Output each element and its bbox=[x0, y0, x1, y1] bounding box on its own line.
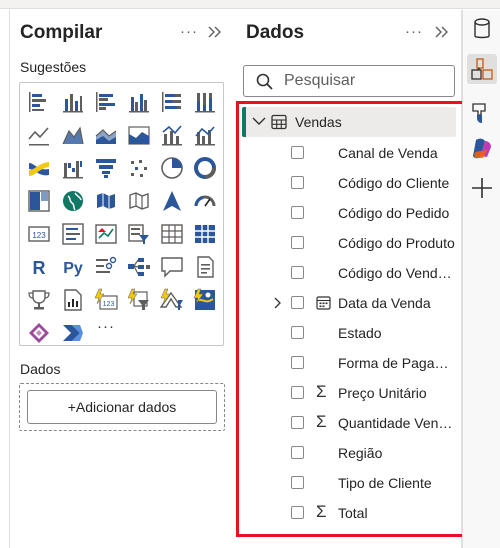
pie-chart-icon[interactable] bbox=[159, 155, 185, 181]
100-stacked-bar-chart-icon[interactable] bbox=[159, 89, 185, 115]
donut-chart-icon[interactable] bbox=[192, 155, 218, 181]
key-influencers-icon[interactable] bbox=[93, 254, 119, 280]
line-and-clustered-column-chart-icon[interactable] bbox=[192, 122, 218, 148]
visualizations-grid: 123 R Py 123 ··· bbox=[19, 82, 224, 346]
scatter-chart-icon[interactable] bbox=[126, 155, 152, 181]
qa-visual-icon[interactable] bbox=[159, 254, 185, 280]
r-script-visual-icon[interactable]: R bbox=[26, 254, 52, 280]
paginated-report-icon[interactable] bbox=[60, 287, 86, 313]
map-globe-icon[interactable] bbox=[60, 188, 86, 214]
stacked-area-chart-icon[interactable] bbox=[93, 122, 119, 148]
line-and-stacked-column-chart-icon[interactable] bbox=[159, 122, 185, 148]
azure-map-icon[interactable] bbox=[159, 188, 185, 214]
smart-narrative-icon[interactable] bbox=[192, 254, 218, 280]
search-input[interactable]: Pesquisar bbox=[284, 72, 355, 90]
svg-text:123: 123 bbox=[32, 231, 46, 240]
top-strip bbox=[0, 0, 500, 9]
add-data-dropzone[interactable]: +Adicionar dados bbox=[19, 383, 225, 431]
power-automate-icon[interactable] bbox=[60, 320, 86, 346]
data-section-label: Dados bbox=[20, 361, 61, 377]
ribbon-chart-icon[interactable] bbox=[26, 155, 52, 181]
clustered-column-chart-icon[interactable] bbox=[126, 89, 152, 115]
add-data-button[interactable]: +Adicionar dados bbox=[27, 390, 217, 424]
data-pane-more-button[interactable]: ··· bbox=[405, 23, 423, 40]
decomposition-tree-icon[interactable] bbox=[126, 254, 152, 280]
arcgis-map-icon[interactable] bbox=[192, 287, 218, 313]
power-apps-card-icon[interactable]: 123 bbox=[93, 287, 119, 313]
100-stacked-area-chart-icon[interactable] bbox=[126, 122, 152, 148]
search-box[interactable]: Pesquisar bbox=[243, 65, 455, 97]
format-brush-icon[interactable] bbox=[467, 98, 497, 128]
python-visual-icon[interactable]: Py bbox=[60, 254, 86, 280]
double-chevron-right-icon[interactable] bbox=[434, 25, 450, 39]
pane-switcher-rail bbox=[462, 10, 500, 548]
table-icon[interactable] bbox=[159, 221, 185, 247]
stacked-column-chart-icon[interactable] bbox=[60, 89, 86, 115]
highlight-box bbox=[236, 101, 465, 537]
slicer-icon[interactable] bbox=[126, 221, 152, 247]
multi-row-card-icon[interactable] bbox=[60, 221, 86, 247]
data-pane-title: Dados bbox=[246, 22, 305, 43]
filled-map-icon[interactable] bbox=[93, 188, 119, 214]
database-icon[interactable] bbox=[467, 14, 497, 44]
data-model-icon[interactable] bbox=[467, 54, 497, 84]
suggestions-label: Sugestões bbox=[20, 59, 87, 75]
gauge-icon[interactable] bbox=[192, 188, 218, 214]
svg-text:Py: Py bbox=[63, 260, 83, 277]
line-chart-icon[interactable] bbox=[26, 122, 52, 148]
100-stacked-column-chart-icon[interactable] bbox=[192, 89, 218, 115]
treemap-icon[interactable] bbox=[26, 188, 52, 214]
svg-text:123: 123 bbox=[103, 301, 115, 308]
build-pane-title: Compilar bbox=[20, 22, 103, 43]
copilot-icon[interactable] bbox=[467, 134, 497, 164]
area-chart-icon[interactable] bbox=[60, 122, 86, 148]
double-chevron-right-icon[interactable] bbox=[207, 25, 223, 39]
matrix-icon[interactable] bbox=[192, 221, 218, 247]
card-icon[interactable]: 123 bbox=[26, 221, 52, 247]
power-apps-slicer-icon[interactable] bbox=[126, 287, 152, 313]
search-icon bbox=[256, 73, 273, 90]
goals-trophy-icon[interactable] bbox=[26, 287, 52, 313]
build-pane-more-button[interactable]: ··· bbox=[180, 23, 198, 40]
shape-map-icon[interactable] bbox=[126, 188, 152, 214]
power-apps-icon[interactable] bbox=[26, 320, 52, 346]
stacked-bar-chart-icon[interactable] bbox=[26, 89, 52, 115]
funnel-chart-icon[interactable] bbox=[93, 155, 119, 181]
more-visuals-button[interactable]: ··· bbox=[97, 318, 115, 335]
waterfall-chart-icon[interactable] bbox=[60, 155, 86, 181]
power-automate-visual-icon[interactable] bbox=[159, 287, 185, 313]
svg-text:R: R bbox=[33, 258, 46, 278]
kpi-icon[interactable] bbox=[93, 221, 119, 247]
clustered-bar-chart-icon[interactable] bbox=[93, 89, 119, 115]
add-icon[interactable] bbox=[467, 173, 497, 203]
